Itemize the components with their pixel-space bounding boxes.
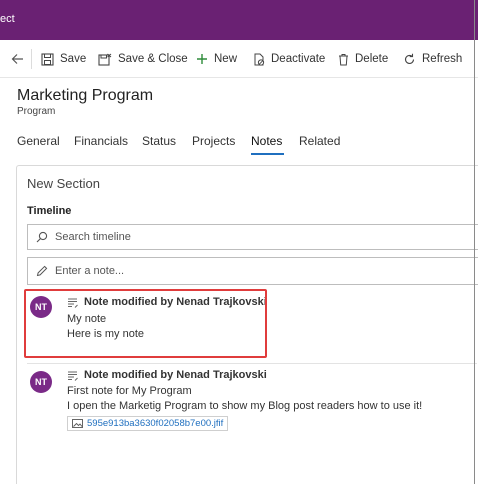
save-close-icon	[98, 53, 112, 66]
refresh-button[interactable]: Refresh	[403, 40, 462, 78]
refresh-label: Refresh	[422, 53, 463, 65]
entry-header: Note modified by Nenad Trajkovski	[67, 369, 267, 381]
save-close-button[interactable]: Save & Close	[98, 40, 188, 78]
note-icon	[68, 371, 78, 381]
back-arrow-icon	[11, 54, 23, 64]
entry-divider	[27, 363, 477, 364]
note-placeholder: Enter a note...	[55, 265, 125, 277]
search-placeholder: Search timeline	[55, 231, 131, 243]
tab-status[interactable]: Status	[142, 134, 176, 148]
attachment-link[interactable]: 595e913ba3630f02058b7e00.jfif	[67, 416, 229, 431]
highlight-box	[24, 289, 267, 358]
delete-label: Delete	[355, 53, 389, 65]
plus-icon	[197, 54, 207, 64]
attachment-name: 595e913ba3630f02058b7e00.jfif	[87, 418, 224, 429]
trash-icon	[339, 53, 348, 65]
entry-header-text: Note modified by Nenad Trajkovski	[84, 369, 267, 381]
tab-notes[interactable]: Notes	[251, 134, 282, 148]
save-button[interactable]: Save	[41, 40, 86, 78]
deactivate-button[interactable]: Deactivate	[253, 40, 325, 78]
timeline-search-input[interactable]: Search timeline	[27, 224, 478, 250]
back-button[interactable]	[8, 40, 26, 78]
tab-related[interactable]: Related	[299, 134, 340, 148]
tab-projects[interactable]: Projects	[192, 134, 235, 148]
search-icon	[36, 231, 48, 243]
active-tab-indicator	[251, 153, 284, 155]
entry-title: First note for My Program	[67, 385, 192, 397]
delete-button[interactable]: Delete	[338, 40, 388, 78]
timeline-label: Timeline	[27, 205, 72, 217]
record-entity: Program	[17, 106, 56, 117]
note-input[interactable]: Enter a note...	[27, 257, 478, 285]
refresh-icon	[404, 53, 415, 64]
image-file-icon	[72, 419, 83, 428]
new-label: New	[214, 53, 238, 65]
save-icon	[41, 52, 54, 66]
tab-general[interactable]: General	[17, 134, 60, 148]
record-title: Marketing Program	[17, 87, 154, 104]
pencil-icon	[36, 265, 48, 277]
entry-body: I open the Marketig Program to show my B…	[67, 400, 423, 412]
app-title: ect	[0, 13, 15, 25]
tab-financials[interactable]: Financials	[74, 134, 128, 148]
window-right-edge	[474, 0, 475, 484]
save-close-label: Save & Close	[118, 53, 188, 65]
save-label: Save	[60, 53, 87, 65]
command-bar: Save Save & Close New Deactivate Delete …	[0, 40, 478, 78]
app-title-bar: ect	[0, 0, 478, 40]
deactivate-icon	[254, 53, 265, 66]
avatar: NT	[30, 371, 52, 393]
new-button[interactable]: New	[196, 40, 237, 78]
deactivate-label: Deactivate	[271, 53, 326, 65]
command-separator	[31, 49, 32, 69]
section-title: New Section	[27, 176, 100, 191]
